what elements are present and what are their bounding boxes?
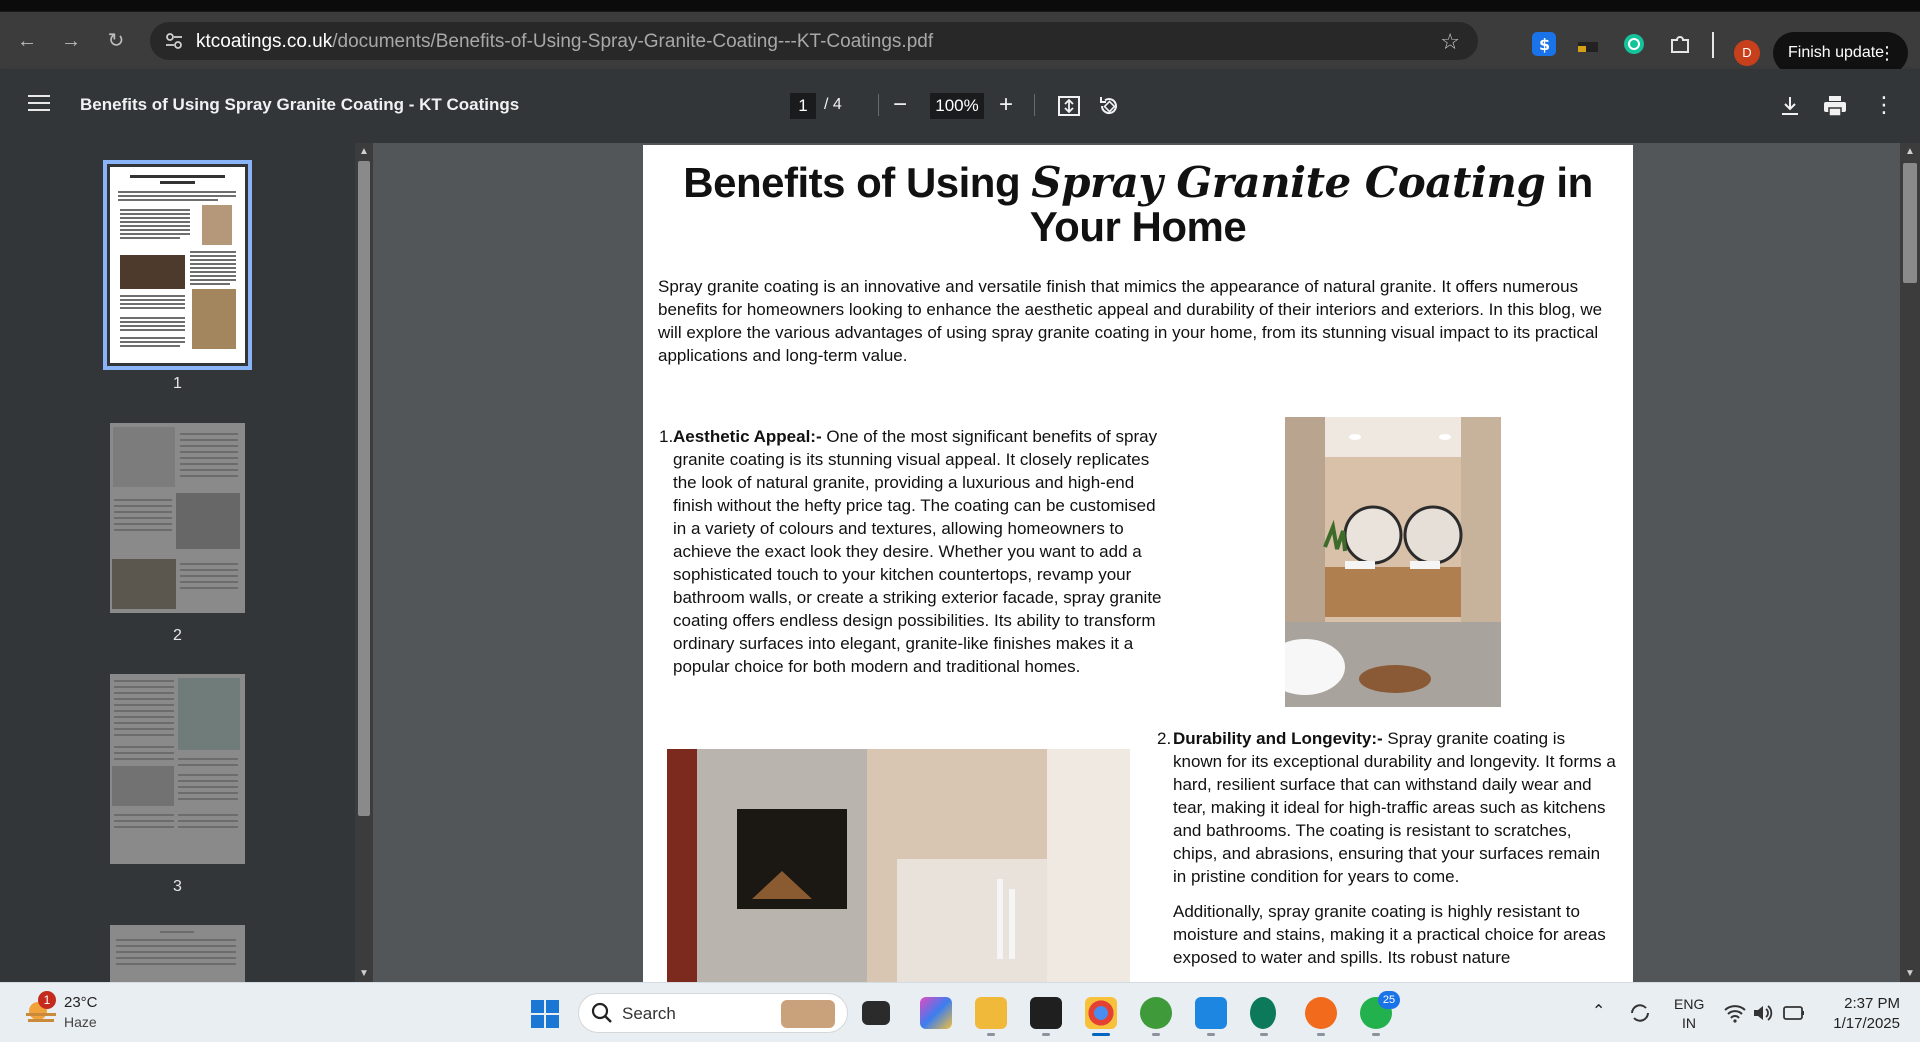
fireplace-image <box>667 749 1130 982</box>
vscode-icon[interactable] <box>1195 997 1227 1029</box>
flag-extension-icon[interactable] <box>1576 32 1600 56</box>
running-indicator <box>1372 1033 1380 1036</box>
mongodb-compass-icon[interactable] <box>1250 997 1276 1029</box>
copilot-icon[interactable] <box>920 997 952 1029</box>
volume-icon[interactable] <box>1752 1003 1774 1023</box>
forward-icon[interactable]: → <box>58 28 84 54</box>
running-indicator <box>1207 1033 1215 1036</box>
search-highlight-icon <box>781 1000 835 1028</box>
svg-text:$: $ <box>1539 35 1550 54</box>
tab-strip <box>0 0 1920 12</box>
scroll-up-icon[interactable]: ▲ <box>1905 146 1915 157</box>
search-icon <box>591 1002 612 1023</box>
download-icon[interactable] <box>1779 95 1801 117</box>
s-extension-icon[interactable]: $ <box>1532 32 1556 56</box>
chrome-icon[interactable] <box>1085 997 1117 1029</box>
postman-icon[interactable] <box>1305 997 1337 1029</box>
thumbnail-page-2[interactable] <box>110 423 245 613</box>
more-actions-icon[interactable]: ⋮ <box>1873 91 1895 119</box>
pdf-viewport[interactable]: Benefits of Using Spray Granite Coating … <box>373 143 1900 982</box>
taskbar: 1 23°C Haze Search 25 ⌃ ENG IN 2:37 PM 1… <box>0 982 1920 1042</box>
language-indicator[interactable]: ENG IN <box>1674 995 1704 1033</box>
thumbnail-label-2: 2 <box>173 627 182 644</box>
page-count: / 4 <box>824 96 842 113</box>
reload-icon[interactable]: ↻ <box>103 28 129 54</box>
sidebar-scroll-thumb[interactable] <box>358 161 370 816</box>
bookmark-star-icon[interactable]: ☆ <box>1440 29 1460 55</box>
toolbar-separator <box>878 94 879 116</box>
taskbar-search[interactable]: Search <box>578 993 848 1033</box>
print-icon[interactable] <box>1822 94 1848 118</box>
document-title: Benefits of Using Spray Granite Coating … <box>80 95 520 114</box>
back-icon[interactable]: ← <box>14 28 40 54</box>
pdf-toolbar: Benefits of Using Spray Granite Coating … <box>0 69 1920 143</box>
whatsapp-badge: 25 <box>1378 991 1400 1009</box>
thumbnail-label-1: 1 <box>173 375 182 392</box>
thumbnail-page-4[interactable] <box>110 925 245 982</box>
rotate-icon[interactable] <box>1097 94 1121 118</box>
file-explorer-icon[interactable] <box>975 997 1007 1029</box>
url-text[interactable]: ktcoatings.co.uk/documents/Benefits-of-U… <box>196 31 933 53</box>
sync-icon[interactable] <box>1628 1001 1652 1025</box>
durability-paragraph-2: Additionally, spray granite coating is h… <box>1173 902 1606 967</box>
running-indicator <box>1260 1033 1268 1036</box>
finish-update-button[interactable]: Finish update ⋮ <box>1773 32 1908 74</box>
thumbnail-label-3: 3 <box>173 878 182 895</box>
toolbar-separator <box>1034 94 1035 116</box>
thumbnail-sidebar: 1 2 3 <box>0 143 355 982</box>
viewer-scroll-thumb[interactable] <box>1903 163 1917 283</box>
weather-badge: 1 <box>38 991 56 1009</box>
bathroom-image <box>1285 417 1501 707</box>
sidebar-scrollbar[interactable]: ▲ ▼ <box>355 143 373 982</box>
windows-start-icon[interactable] <box>530 999 560 1029</box>
running-indicator <box>987 1033 995 1036</box>
wifi-icon[interactable] <box>1724 1003 1746 1023</box>
weather-desc[interactable]: Haze <box>64 1014 97 1030</box>
running-indicator <box>1042 1033 1050 1036</box>
toolbar-divider <box>1712 32 1714 58</box>
zoom-input[interactable]: 100% <box>930 93 984 119</box>
page-title: Benefits of Using Spray Granite Coating … <box>683 158 1593 250</box>
thumbnail-page-1[interactable] <box>103 160 252 370</box>
running-indicator <box>1317 1033 1325 1036</box>
extensions-puzzle-icon[interactable] <box>1668 32 1692 56</box>
scroll-down-icon[interactable]: ▼ <box>359 968 369 979</box>
show-hidden-icons-chevron-icon[interactable]: ⌃ <box>1592 1001 1605 1021</box>
scroll-up-icon[interactable]: ▲ <box>359 146 369 157</box>
profile-avatar[interactable]: D <box>1734 40 1760 66</box>
list-item-aesthetic-appeal: 1. Aesthetic Appeal:- One of the most si… <box>659 427 1162 676</box>
grammarly-icon[interactable] <box>1622 32 1646 56</box>
browser-toolbar: ← → ↻ ktcoatings.co.uk/documents/Benefit… <box>0 12 1920 74</box>
task-view-icon[interactable] <box>862 1001 890 1025</box>
pdf-page-1: Benefits of Using Spray Granite Coating … <box>643 145 1633 982</box>
scroll-down-icon[interactable]: ▼ <box>1905 968 1915 979</box>
zoom-out-icon[interactable]: − <box>893 91 907 119</box>
zoom-in-icon[interactable]: + <box>999 91 1013 119</box>
running-indicator-active <box>1092 1033 1110 1036</box>
weather-temp[interactable]: 23°C <box>64 994 98 1011</box>
system-clock[interactable]: 2:37 PM 1/17/2025 <box>1820 994 1900 1034</box>
page-number-input[interactable]: 1 <box>790 93 816 119</box>
sticky-notes-icon[interactable] <box>1030 997 1062 1029</box>
viewer-scrollbar[interactable]: ▲ ▼ <box>1900 143 1920 982</box>
battery-icon[interactable] <box>1782 1004 1806 1022</box>
more-vert-icon: ⋮ <box>1878 43 1896 63</box>
thumbnail-page-3[interactable] <box>110 674 245 864</box>
running-indicator <box>1152 1033 1160 1036</box>
cucumber-app-icon[interactable] <box>1140 997 1172 1029</box>
menu-icon[interactable] <box>28 95 50 113</box>
address-bar[interactable]: ktcoatings.co.uk/documents/Benefits-of-U… <box>150 22 1478 60</box>
intro-paragraph: Spray granite coating is an innovative a… <box>658 277 1603 365</box>
fit-page-icon[interactable] <box>1057 95 1081 117</box>
list-item-durability: 2. Durability and Longevity:- Spray gran… <box>1157 727 1618 981</box>
site-info-icon[interactable] <box>164 31 184 51</box>
